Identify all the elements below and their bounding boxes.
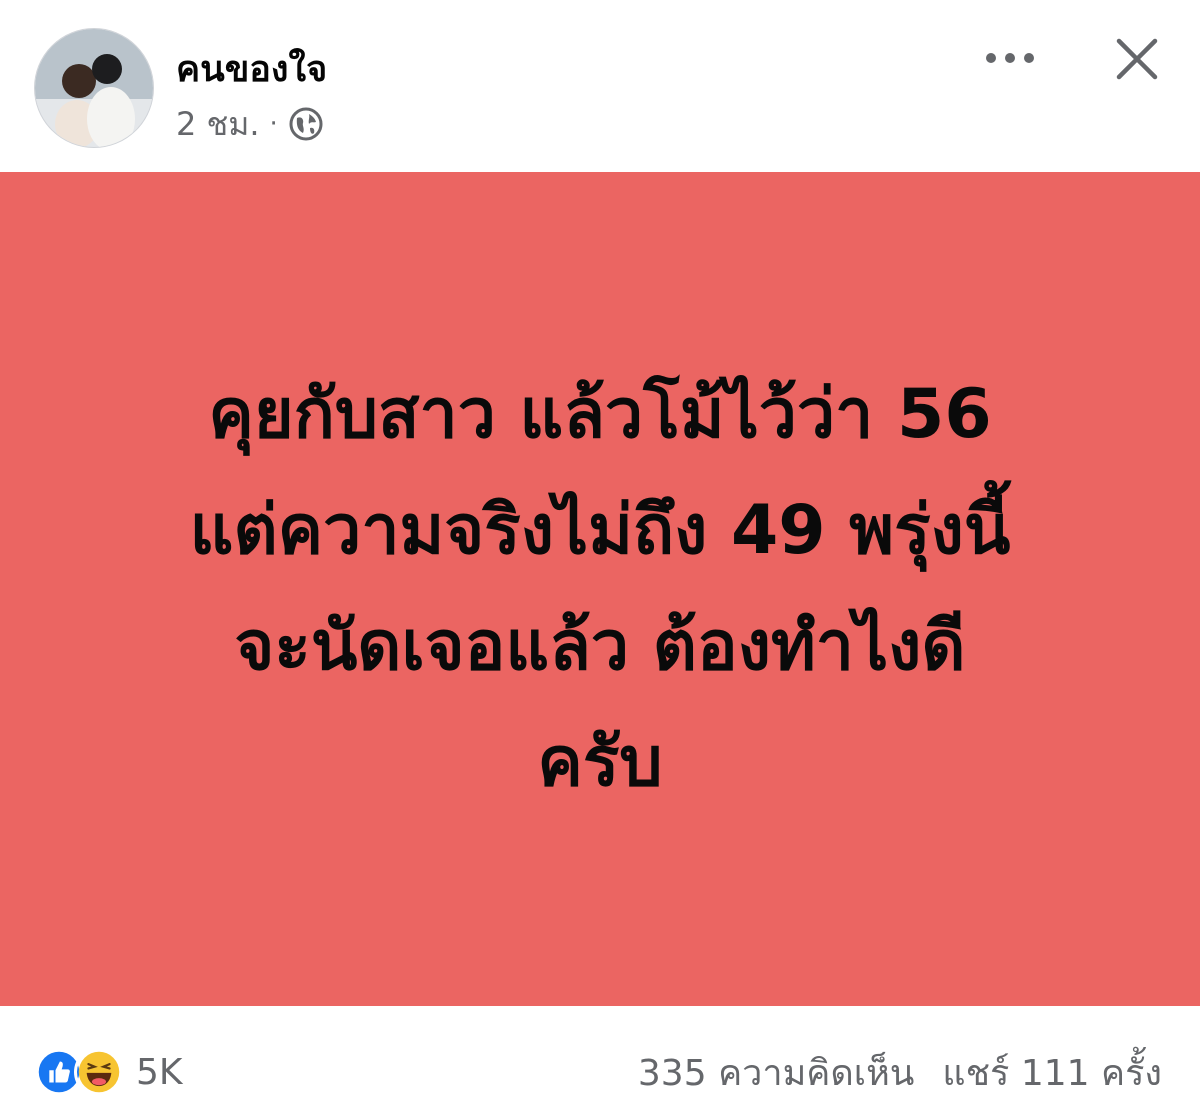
- post-text-line: แต่ความจริงไม่ถึง 49 พรุ่งนี้: [189, 491, 1011, 570]
- avatar[interactable]: [34, 28, 154, 148]
- more-horizontal-icon: [986, 53, 1034, 63]
- haha-icon: [74, 1047, 124, 1097]
- post-meta: 2 ชม. ·: [176, 104, 324, 144]
- engagement-stats: 335 ความคิดเห็น แชร์ 111 ครั้ง: [638, 1044, 1162, 1100]
- close-button[interactable]: [1108, 30, 1166, 88]
- globe-icon: [288, 106, 324, 142]
- post-footer: 5K 335 ความคิดเห็น แชร์ 111 ครั้ง: [0, 1006, 1200, 1108]
- reaction-count: 5K: [136, 1051, 183, 1093]
- shares-count-link[interactable]: แชร์ 111 ครั้ง: [942, 1044, 1162, 1101]
- reactions-summary[interactable]: 5K: [34, 1044, 183, 1100]
- post-content-card[interactable]: คุยกับสาว แล้วโม้ไว้ว่า 56 แต่ความจริงไม…: [0, 172, 1200, 1006]
- timestamp[interactable]: 2 ชม.: [176, 99, 260, 150]
- post-text-line: ครับ: [537, 723, 663, 802]
- more-options-button[interactable]: [980, 36, 1040, 80]
- close-icon: [1116, 38, 1158, 80]
- post-text: คุยกับสาว แล้วโม้ไว้ว่า 56 แต่ความจริงไม…: [95, 357, 1105, 821]
- post-header: คนของใจ 2 ชม. ·: [0, 0, 1200, 172]
- comments-count-link[interactable]: 335 ความคิดเห็น: [638, 1044, 915, 1101]
- post-text-line: คุยกับสาว แล้วโม้ไว้ว่า 56: [208, 375, 992, 454]
- page-name[interactable]: คนของใจ: [176, 40, 327, 97]
- meta-separator: ·: [269, 109, 278, 139]
- post-text-line: จะนัดเจอแล้ว ต้องทำไงดี: [234, 607, 966, 686]
